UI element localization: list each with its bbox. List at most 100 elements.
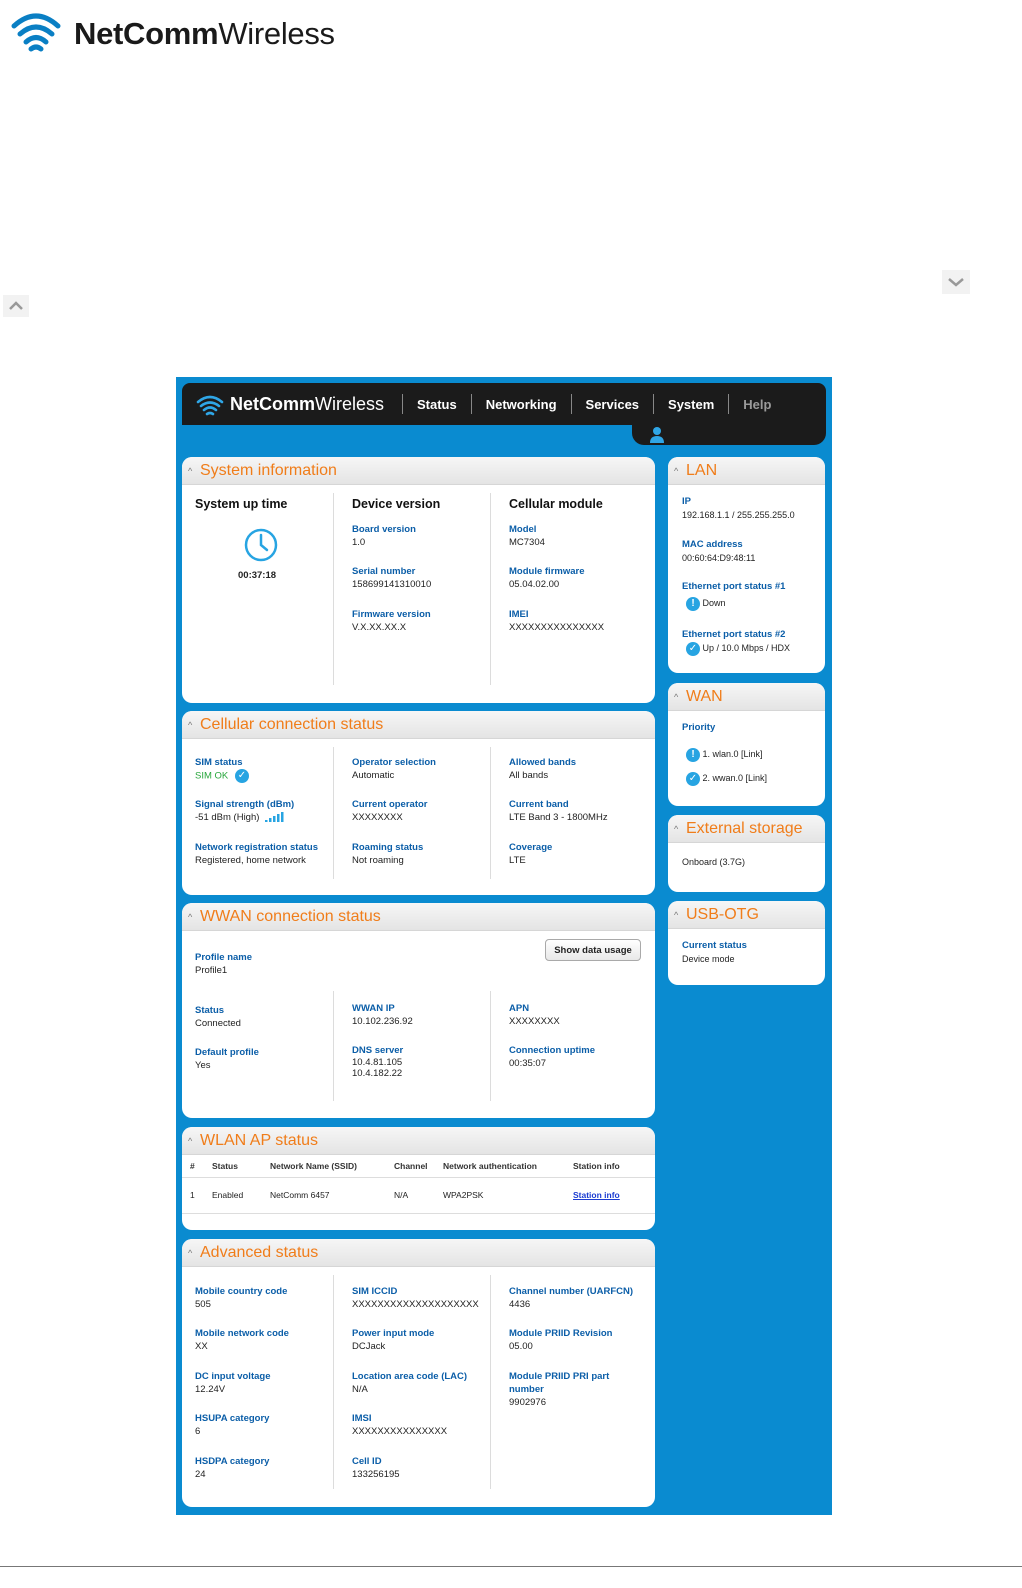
mac-address-value: 00:60:64:D9:48:11 xyxy=(682,553,756,563)
wifi-logo-icon xyxy=(196,395,224,416)
col-header: Network Name (SSID) xyxy=(262,1155,386,1178)
operator-selection-value: Automatic xyxy=(352,770,395,781)
check-icon: ✓ xyxy=(686,771,700,786)
panel-header[interactable]: ^ WWAN connection status xyxy=(182,903,655,931)
roaming-status-value: Not roaming xyxy=(352,855,404,866)
storage-value: Onboard (3.7G) xyxy=(682,857,746,867)
panel-header[interactable]: ^ Advanced status xyxy=(182,1239,655,1267)
panel-header[interactable]: ^ WLAN AP status xyxy=(182,1127,655,1155)
hsdpa-value: 24 xyxy=(195,1469,206,1480)
info-icon: ! xyxy=(686,596,700,611)
signal-bars-icon xyxy=(265,812,284,823)
row-ssid: NetComm 6457 xyxy=(262,1177,386,1214)
row-status: Enabled xyxy=(204,1177,262,1214)
lan-panel: ^ LAN IP 192.168.1.1 / 255.255.255.0 MAC a… xyxy=(668,457,825,673)
dc-voltage-value: 12.24V xyxy=(195,1384,226,1395)
status-label: Status xyxy=(195,1005,225,1016)
priority-label: Priority xyxy=(682,722,716,733)
connection-uptime-label: Connection uptime xyxy=(509,1045,596,1056)
panel-header[interactable]: ^ Cellular connection status xyxy=(182,711,655,739)
caret-up-icon: ^ xyxy=(674,823,679,834)
col-header: Station info xyxy=(565,1155,655,1178)
allowed-bands-label: Allowed bands xyxy=(509,757,577,768)
status-value: Connected xyxy=(195,1018,241,1029)
board-version-label: Board version xyxy=(352,524,416,535)
panel-header[interactable]: ^ LAN xyxy=(668,457,825,485)
uarfcn-label: Channel number (UARFCN) xyxy=(509,1286,634,1297)
nav-networking[interactable]: Networking xyxy=(472,397,571,412)
panel-title: System information xyxy=(200,461,337,479)
sim-iccid-value: XXXXXXXXXXXXXXXXXXXX xyxy=(352,1299,479,1310)
caret-up-icon: ^ xyxy=(188,911,193,922)
nav-help[interactable]: Help xyxy=(729,397,785,412)
panel-header[interactable]: ^ USB-OTG xyxy=(668,901,825,929)
caret-up-icon: ^ xyxy=(188,719,193,730)
scroll-down-button[interactable] xyxy=(942,270,970,294)
wwan-connection-panel: ^ WWAN connection status Show data usage … xyxy=(182,903,655,1118)
nav-system[interactable]: System xyxy=(654,397,728,412)
panel-header[interactable]: ^ External storage xyxy=(668,815,825,843)
table-header-row: # Status Network Name (SSID) Channel Net… xyxy=(182,1155,655,1178)
router-status-screenshot: NetCommWireless Status Networking Servic… xyxy=(176,377,832,1515)
power-input-label: Power input mode xyxy=(352,1328,435,1339)
mcc-label: Mobile country code xyxy=(195,1286,288,1297)
caret-up-icon: ^ xyxy=(674,465,679,476)
caret-up-icon: ^ xyxy=(188,1247,193,1258)
mcc-value: 505 xyxy=(195,1299,211,1310)
caret-up-icon: ^ xyxy=(188,465,193,476)
user-tab xyxy=(632,425,826,445)
current-band-value: LTE Band 3 - 1800MHz xyxy=(509,812,608,823)
dns-server-label: DNS server xyxy=(352,1045,404,1056)
main-nav: Status Networking Services System Help xyxy=(402,383,785,425)
brand-text: NetCommWireless xyxy=(74,16,335,51)
panel-title: WAN xyxy=(686,687,723,705)
panel-title: USB-OTG xyxy=(686,905,759,923)
panel-title: Advanced status xyxy=(200,1243,319,1261)
default-profile-value: Yes xyxy=(195,1060,211,1071)
station-info-link[interactable]: Station info xyxy=(573,1190,620,1200)
signal-strength-value: -51 dBm (High) xyxy=(195,812,260,823)
lac-label: Location area code (LAC) xyxy=(352,1371,468,1382)
cell-id-label: Cell ID xyxy=(352,1456,382,1467)
priid-revision-value: 05.00 xyxy=(509,1341,533,1352)
col-header: Status xyxy=(204,1155,262,1178)
signal-strength-label: Signal strength (dBm) xyxy=(195,799,295,810)
priid-revision-label: Module PRIID Revision xyxy=(509,1328,613,1339)
show-data-usage-button[interactable]: Show data usage xyxy=(545,939,641,961)
row-auth: WPA2PSK xyxy=(435,1177,565,1214)
port2-label: Ethernet port status #2 xyxy=(682,629,786,640)
cellular-module-heading: Cellular module xyxy=(509,497,603,511)
priid-part-value: 9902976 xyxy=(509,1397,546,1408)
uarfcn-value: 4436 xyxy=(509,1299,531,1310)
caret-up-icon: ^ xyxy=(674,909,679,920)
hsupa-value: 6 xyxy=(195,1426,201,1437)
imei-label: IMEI xyxy=(509,609,529,620)
wlan-ap-panel: ^ WLAN AP status # Status Network Name (S… xyxy=(182,1127,655,1230)
lan-ip-label: IP xyxy=(682,496,691,507)
check-icon: ✓ xyxy=(686,641,700,656)
top-navigation-bar: NetCommWireless Status Networking Servic… xyxy=(182,383,826,425)
caret-up-icon: ^ xyxy=(674,691,679,702)
footer-divider xyxy=(0,1566,1022,1567)
panel-title: WWAN connection status xyxy=(200,907,381,925)
panel-title: Cellular connection status xyxy=(200,715,384,733)
panel-header[interactable]: ^ System information xyxy=(182,457,655,485)
nav-services[interactable]: Services xyxy=(572,397,654,412)
col-header: Network authentication xyxy=(435,1155,565,1178)
port2-value: Up / 10.0 Mbps / HDX xyxy=(702,643,791,653)
wlan-table: # Status Network Name (SSID) Channel Net… xyxy=(182,1155,655,1214)
nav-status[interactable]: Status xyxy=(403,397,471,412)
cellular-connection-panel: ^ Cellular connection status SIM status S… xyxy=(182,711,655,895)
panel-header[interactable]: ^ WAN xyxy=(668,683,825,711)
uptime-value: 00:37:18 xyxy=(238,570,277,581)
wwan-ip-value: 10.102.236.92 xyxy=(352,1016,413,1027)
scroll-up-button[interactable] xyxy=(3,295,29,317)
profile-name-value: Profile1 xyxy=(195,965,228,976)
lan-ip-value: 192.168.1.1 / 255.255.255.0 xyxy=(682,510,795,520)
dc-voltage-label: DC input voltage xyxy=(195,1371,271,1382)
check-icon: ✓ xyxy=(234,769,249,783)
default-profile-label: Default profile xyxy=(195,1047,259,1058)
user-icon[interactable] xyxy=(648,425,666,443)
usb-otg-panel: ^ USB-OTG Current status Device mode xyxy=(668,901,825,985)
module-firmware-value: 05.04.02.00 xyxy=(509,579,560,590)
